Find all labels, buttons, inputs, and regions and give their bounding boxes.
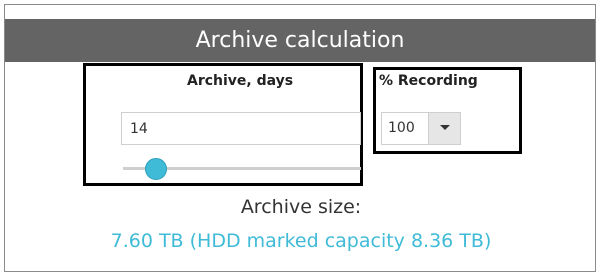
archive-size-value: 7.60 TB (HDD marked capacity 8.36 TB) <box>110 230 492 252</box>
recording-percent-value: 100 <box>388 120 415 136</box>
chevron-down-icon[interactable] <box>428 113 460 144</box>
archive-days-slider-handle[interactable] <box>145 158 167 180</box>
archive-days-label: Archive, days <box>187 73 294 89</box>
archive-size-label: Archive size: <box>240 196 362 218</box>
recording-percent-select[interactable]: 100 <box>381 112 461 145</box>
recording-percent-label: % Recording <box>379 73 478 89</box>
panel-title: Archive calculation <box>5 19 595 62</box>
archive-days-input[interactable] <box>121 112 361 145</box>
